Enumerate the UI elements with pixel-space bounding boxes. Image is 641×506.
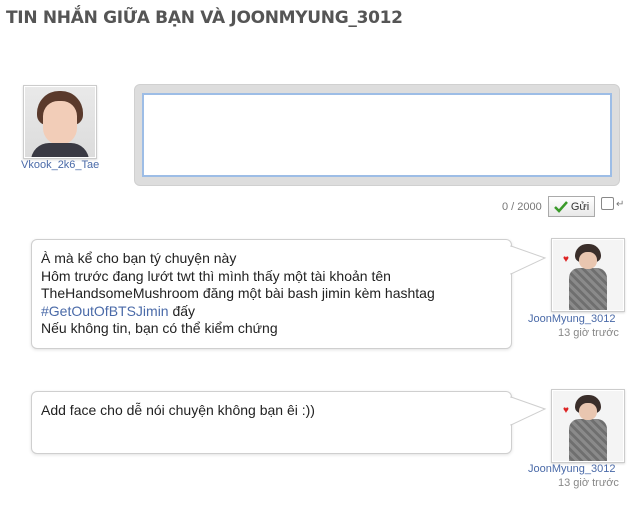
message-input[interactable] xyxy=(142,93,612,177)
hashtag-suffix: đấy xyxy=(168,302,196,319)
sender-username-link[interactable]: JoonMyung_3012 xyxy=(528,463,615,475)
message-bubble xyxy=(31,391,512,454)
my-username-link[interactable]: Vkook_2k6_Tae xyxy=(21,159,99,171)
message-line: Hôm trước đang lướt twt thì mình thấy mộ… xyxy=(41,267,391,284)
message-bubble-tail xyxy=(510,245,547,275)
enter-to-send-checkbox[interactable] xyxy=(601,197,614,210)
avatar-photo: ♥ xyxy=(553,391,623,461)
hashtag-link[interactable]: #GetOutOfBTSJimin xyxy=(41,303,169,319)
send-label: Gửi xyxy=(570,200,590,213)
send-button[interactable]: Gửi xyxy=(548,196,595,217)
message-line: À mà kể cho bạn tý chuyện này xyxy=(41,250,237,266)
enter-icon: ↵ xyxy=(616,199,625,210)
message-text: À mà kể cho bạn tý chuyện này Hôm trước … xyxy=(41,250,435,338)
message-line: Nếu không tin, bạn có thể kiểm chứng xyxy=(41,320,278,336)
heart-icon: ♥ xyxy=(563,405,569,416)
message-text: Add face cho dễ nói chuyện không bạn êi … xyxy=(41,402,315,418)
avatar-photo: ♥ xyxy=(553,240,623,310)
check-icon xyxy=(553,200,568,213)
message-timestamp: 13 giờ trước xyxy=(558,327,619,339)
my-avatar[interactable] xyxy=(23,85,97,159)
char-counter: 0 / 2000 xyxy=(502,201,542,213)
avatar-photo xyxy=(25,87,95,157)
message-bubble-tail xyxy=(510,396,547,426)
sender-username-link[interactable]: JoonMyung_3012 xyxy=(528,313,615,325)
page-title: TIN NHẮN GIỮA BẠN VÀ JOONMYUNG_3012 xyxy=(6,8,403,28)
message-line: #GetOutOfBTSJimin đấy xyxy=(41,303,435,321)
sender-avatar[interactable]: ♥ xyxy=(551,389,625,463)
message-line: TheHandsomeMushroom đăng một bài bash ji… xyxy=(41,285,435,301)
message-timestamp: 13 giờ trước xyxy=(558,477,619,489)
sender-avatar[interactable]: ♥ xyxy=(551,238,625,312)
heart-icon: ♥ xyxy=(563,254,569,265)
